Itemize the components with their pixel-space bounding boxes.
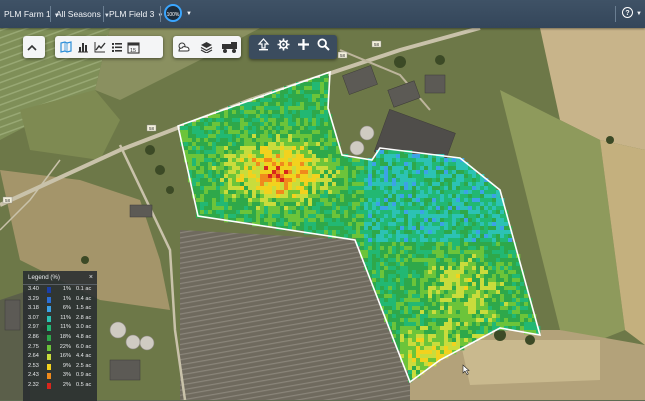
weather-icon[interactable] xyxy=(176,38,193,56)
farm-label: PLM Farm 1 xyxy=(4,9,51,19)
calendar-icon[interactable]: 15 xyxy=(125,38,142,56)
divider xyxy=(50,6,51,22)
legend-acres: 0.5 ac xyxy=(76,381,92,388)
top-bar: PLM Farm 1▼ All Seasons▼ PLM Field 3▼ 10… xyxy=(0,0,645,28)
legend-acres: 3.0 ac xyxy=(76,324,92,331)
close-icon[interactable]: × xyxy=(89,271,93,284)
field-dropdown[interactable]: PLM Field 3▼ xyxy=(109,0,163,28)
legend-acres: 2.8 ac xyxy=(76,314,92,321)
chevron-down-icon[interactable]: ▼ xyxy=(636,0,642,28)
road-label: 58 xyxy=(340,53,346,58)
road-label: 58 xyxy=(5,198,11,203)
legend-value: 3.29 xyxy=(28,295,39,302)
line-chart-icon[interactable] xyxy=(91,38,108,56)
legend-row: 3.18 6% 1.5 ac xyxy=(23,304,97,314)
legend-panel: Legend (%) × 3.40 1% 0.1 ac 3.29 1% 0.4 ac 3.1… xyxy=(23,271,97,401)
divider xyxy=(160,6,161,22)
legend-value: 3.18 xyxy=(28,305,39,312)
legend-percent: 1% xyxy=(62,286,71,292)
legend-percent: 3% xyxy=(62,372,71,379)
legend-row: 2.43 3% 0.9 ac xyxy=(23,371,97,381)
road-label: 58 xyxy=(149,126,155,131)
legend-title: Legend (%) xyxy=(28,274,60,281)
legend-acres: 0.9 ac xyxy=(76,372,92,379)
collapse-button[interactable] xyxy=(23,36,45,58)
map-tools-toolbar xyxy=(249,35,337,59)
legend-acres: 2.5 ac xyxy=(76,362,92,369)
legend-row: 3.40 1% 0.1 ac xyxy=(23,285,97,295)
legend-value: 2.75 xyxy=(28,343,39,350)
farm-dropdown[interactable]: PLM Farm 1 ▼ xyxy=(4,0,60,28)
legend-value: 2.53 xyxy=(28,362,39,369)
chevron-up-icon[interactable] xyxy=(23,38,40,56)
gear-icon[interactable] xyxy=(277,38,290,56)
legend-percent: 22% xyxy=(59,343,71,350)
legend-acres: 6.0 ac xyxy=(76,343,92,350)
season-label: All Seasons xyxy=(56,9,101,19)
season-dropdown[interactable]: All Seasons ▼ xyxy=(56,0,110,28)
legend-value: 2.64 xyxy=(28,353,39,360)
legend-acres: 4.8 ac xyxy=(76,333,92,340)
map-book-icon[interactable] xyxy=(57,38,74,56)
legend-percent: 2% xyxy=(62,381,71,388)
legend-row: 2.75 22% 6.0 ac xyxy=(23,343,97,353)
legend-percent: 9% xyxy=(62,362,71,369)
legend-row: 3.07 11% 2.8 ac xyxy=(23,314,97,324)
chevron-down-icon[interactable]: ▼ xyxy=(186,0,192,28)
legend-value: 2.86 xyxy=(28,333,39,340)
layers-toolbar xyxy=(173,36,241,58)
legend-row: 2.86 18% 4.8 ac xyxy=(23,333,97,343)
machinery-icon[interactable] xyxy=(221,38,238,56)
bar-chart-icon[interactable] xyxy=(74,38,91,56)
legend-rows: 3.40 1% 0.1 ac 3.29 1% 0.4 ac 3.18 6% 1.5 ac 3.07… xyxy=(23,285,97,391)
field-label: PLM Field 3 xyxy=(109,9,155,19)
legend-value: 2.43 xyxy=(28,372,39,379)
legend-value: 2.97 xyxy=(28,324,39,331)
legend-value: 3.07 xyxy=(28,314,39,321)
legend-value: 3.40 xyxy=(28,286,39,292)
pointer-cursor-icon xyxy=(462,362,470,380)
legend-percent: 1% xyxy=(62,295,71,302)
legend-row: 2.32 2% 0.5 ac xyxy=(23,381,97,391)
progress-indicator[interactable]: 100% xyxy=(164,4,182,22)
layers-icon[interactable] xyxy=(198,38,215,56)
legend-row: 3.29 1% 0.4 ac xyxy=(23,295,97,305)
legend-percent: 11% xyxy=(60,324,71,331)
legend-header: Legend (%) × xyxy=(23,271,97,285)
legend-row: 2.97 11% 3.0 ac xyxy=(23,323,97,333)
legend-percent: 11% xyxy=(60,314,71,321)
legend-percent: 6% xyxy=(62,305,71,312)
search-icon[interactable] xyxy=(316,38,330,56)
legend-percent: 16% xyxy=(59,353,71,360)
legend-acres: 4.4 ac xyxy=(76,353,92,360)
legend-row: 2.53 9% 2.5 ac xyxy=(23,362,97,372)
calendar-day: 15 xyxy=(130,48,136,54)
legend-percent: 18% xyxy=(59,333,71,340)
divider xyxy=(615,6,616,22)
legend-row: 2.64 16% 4.4 ac xyxy=(23,352,97,362)
share-arrow-icon[interactable] xyxy=(257,38,270,56)
legend-value: 2.32 xyxy=(28,381,39,388)
legend-acres: 0.4 ac xyxy=(76,295,92,302)
divider xyxy=(103,6,104,22)
road-label: 58 xyxy=(374,42,380,47)
help-icon[interactable]: ? xyxy=(622,7,633,18)
analysis-toolbar: 15 xyxy=(55,36,163,58)
legend-acres: 0.1 ac xyxy=(76,286,92,292)
plus-icon[interactable] xyxy=(297,38,310,56)
legend-acres: 1.5 ac xyxy=(76,305,92,312)
list-icon[interactable] xyxy=(108,38,125,56)
